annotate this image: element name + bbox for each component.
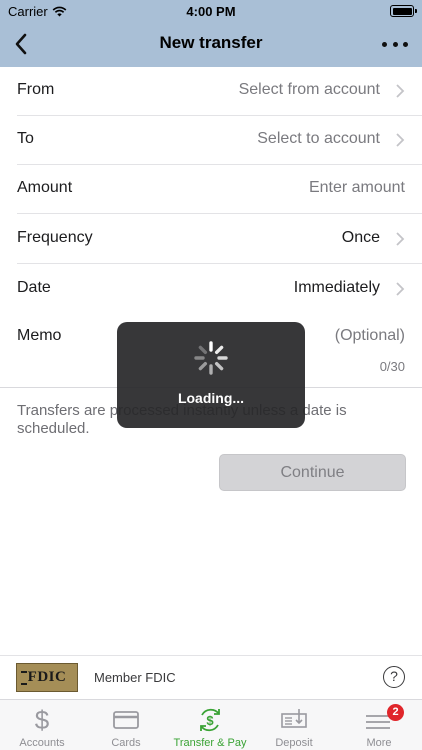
battery-icon <box>390 5 417 17</box>
amount-row[interactable]: Amount Enter amount <box>0 165 422 214</box>
svg-text:$: $ <box>35 706 50 734</box>
dollar-icon: $ <box>35 706 50 734</box>
to-label: To <box>17 130 34 147</box>
spinner-icon <box>194 341 228 375</box>
header: Carrier 4:00 PM New transfer <box>0 0 422 67</box>
from-row[interactable]: From Select from account <box>0 67 422 116</box>
help-icon[interactable]: ? <box>383 666 405 688</box>
date-label: Date <box>17 279 51 296</box>
loading-text: Loading... <box>177 390 245 406</box>
transfer-pay-icon: $ <box>200 708 220 732</box>
to-value: Select to account <box>257 130 380 147</box>
chevron-right-icon <box>396 84 405 98</box>
fdic-logo: FDIC <box>16 663 78 692</box>
memo-counter: 0/30 <box>379 359 405 374</box>
memo-input[interactable]: (Optional) <box>335 327 405 345</box>
from-label: From <box>17 81 55 98</box>
fdic-logo-text: FDIC <box>27 669 67 685</box>
tab-label: Accounts <box>19 737 65 749</box>
tab-transfer-pay[interactable]: $ Transfer & Pay <box>168 700 252 750</box>
tab-bar: $ Accounts Cards $ Transfer & Pay Deposi… <box>0 699 422 750</box>
tab-more[interactable]: 2 More <box>336 700 422 750</box>
status-bar: Carrier 4:00 PM <box>0 0 422 22</box>
date-value: Immediately <box>293 279 380 296</box>
chevron-right-icon <box>396 232 405 246</box>
tab-deposit[interactable]: Deposit <box>252 700 336 750</box>
more-options-icon[interactable] <box>382 32 408 56</box>
from-value: Select from account <box>238 81 380 98</box>
tab-label: Deposit <box>275 737 313 749</box>
memo-label: Memo <box>17 327 62 344</box>
member-fdic-text: Member FDIC <box>94 670 176 685</box>
tab-label: Transfer & Pay <box>173 737 247 749</box>
svg-text:$: $ <box>206 713 214 728</box>
frequency-value: Once <box>341 229 380 246</box>
status-time: 4:00 PM <box>186 4 236 19</box>
page-title: New transfer <box>159 33 263 52</box>
frequency-label: Frequency <box>17 229 93 246</box>
tab-accounts[interactable]: $ Accounts <box>0 700 84 750</box>
date-row[interactable]: Date Immediately <box>0 264 422 313</box>
amount-label: Amount <box>17 179 73 196</box>
tab-label: More <box>366 737 392 749</box>
nav-bar: New transfer <box>0 22 422 67</box>
frequency-row[interactable]: Frequency Once <box>0 214 422 264</box>
check-deposit-icon <box>281 709 307 728</box>
chevron-right-icon <box>396 282 405 296</box>
card-icon <box>113 711 139 729</box>
tab-cards[interactable]: Cards <box>84 700 168 750</box>
continue-button[interactable]: Continue <box>219 454 406 491</box>
chevron-right-icon <box>396 133 405 147</box>
amount-input[interactable]: Enter amount <box>309 179 405 197</box>
loading-overlay: Loading... <box>117 322 305 428</box>
notification-badge: 2 <box>387 704 404 721</box>
to-row[interactable]: To Select to account <box>0 116 422 165</box>
tab-label: Cards <box>111 737 141 749</box>
